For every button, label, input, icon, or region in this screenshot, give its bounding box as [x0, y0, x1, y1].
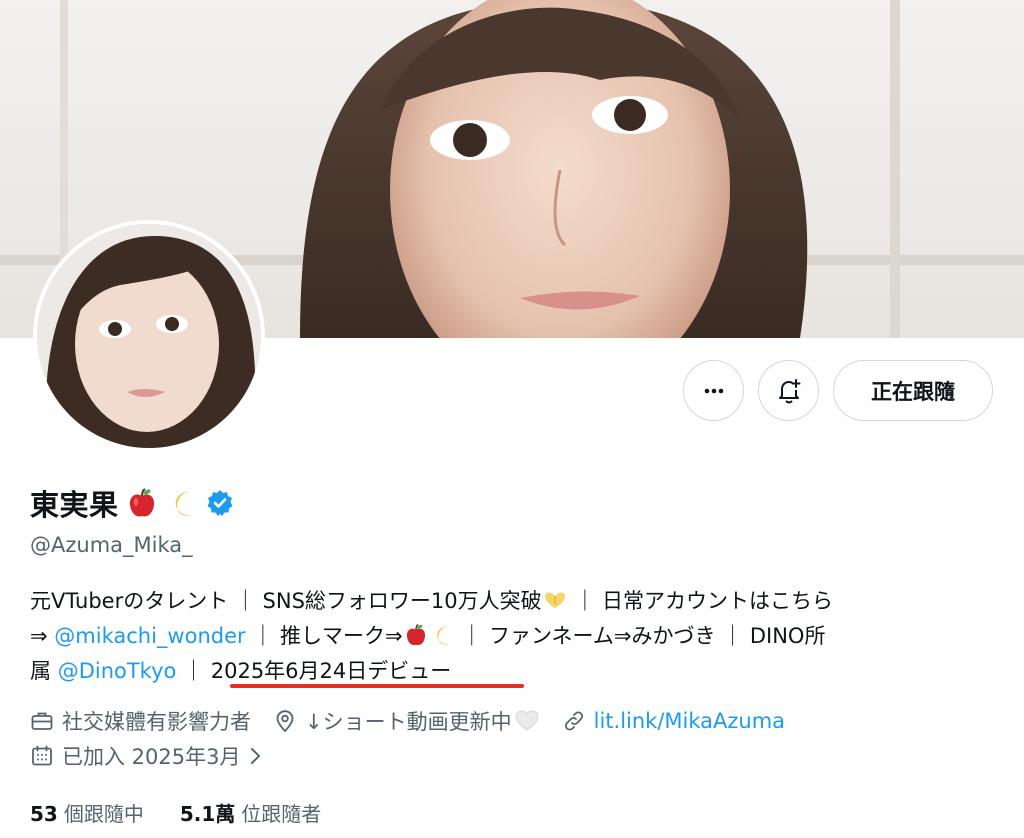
category-label: 社交媒體有影響力者 — [62, 710, 251, 734]
heart-hands-emoji-icon — [542, 588, 568, 612]
profile-meta-row: 社交媒體有影響力者 ↓ショート動画更新中 lit.link/MikaAzuma — [30, 706, 807, 736]
more-button[interactable] — [683, 360, 744, 421]
profile-bio: 元VTuberのタレント ｜ SNS総フォロワー10万人突破 ｜ 日常アカウント… — [30, 584, 1000, 689]
following-button[interactable]: 正在跟隨 — [833, 360, 993, 421]
mention-link[interactable]: @mikachi_wonder — [54, 624, 245, 648]
calendar-icon — [32, 745, 52, 766]
website-link[interactable]: lit.link/MikaAzuma — [594, 709, 785, 733]
location-item: ↓ショート動画更新中 — [273, 706, 540, 736]
chevron-right-icon — [251, 748, 261, 764]
crescent-moon-emoji-icon — [165, 486, 199, 520]
notifications-button[interactable] — [758, 360, 819, 421]
display-name: 東実果 — [30, 488, 119, 522]
website-item[interactable]: lit.link/MikaAzuma — [562, 709, 785, 733]
follow-counts: 53 個跟隨中 5.1萬 位跟隨者 — [30, 798, 321, 827]
location-label: ↓ショート動画更新中 — [305, 710, 512, 734]
briefcase-icon — [31, 712, 53, 730]
joined-item[interactable]: 已加入 2025年3月 — [30, 741, 264, 771]
apple-emoji-icon — [403, 623, 429, 647]
bio-text: ｜ 推しマーク⇒ — [245, 624, 403, 648]
followers-label: 位跟隨者 — [241, 802, 322, 826]
following-count[interactable]: 53 個跟隨中 — [30, 798, 144, 827]
bio-text: 元VTuberのタレント ｜ SNS総フォロワー10万人突破 — [30, 589, 542, 613]
followers-value: 5.1萬 — [179, 802, 236, 826]
bio-text: ⇒ — [30, 624, 55, 648]
name-row: 東実果 — [30, 482, 235, 524]
bio-text: ｜ ファンネーム⇒みかづき ｜ DINO所 — [454, 624, 826, 648]
mention-link[interactable]: @DinoTkyo — [58, 659, 177, 683]
more-icon — [704, 388, 723, 393]
bio-text: 属 — [30, 659, 58, 683]
bell-plus-icon — [778, 378, 800, 403]
category-item: 社交媒體有影響力者 — [30, 706, 251, 736]
following-value: 53 — [30, 802, 58, 826]
verified-badge-icon[interactable] — [205, 488, 235, 518]
profile-handle: @Azuma_Mika_ — [30, 533, 193, 557]
profile-avatar[interactable] — [33, 220, 265, 452]
white-heart-icon — [515, 710, 539, 731]
profile-meta-row: 已加入 2025年3月 — [30, 741, 286, 771]
red-underline-annotation — [230, 684, 524, 688]
link-icon — [564, 711, 583, 731]
location-pin-icon — [276, 710, 294, 733]
joined-label: 已加入 2025年3月 — [62, 745, 241, 769]
bio-text: ｜ — [176, 659, 211, 683]
following-label: 個跟隨中 — [63, 802, 144, 826]
followers-count[interactable]: 5.1萬 位跟隨者 — [180, 798, 321, 827]
crescent-moon-emoji-icon — [429, 623, 455, 647]
avatar-photo — [37, 224, 261, 448]
bio-text: ｜ 日常アカウントはこちら — [567, 589, 833, 613]
debut-date-text: 2025年6月24日デビュー — [210, 659, 452, 683]
apple-emoji-icon — [125, 486, 159, 520]
